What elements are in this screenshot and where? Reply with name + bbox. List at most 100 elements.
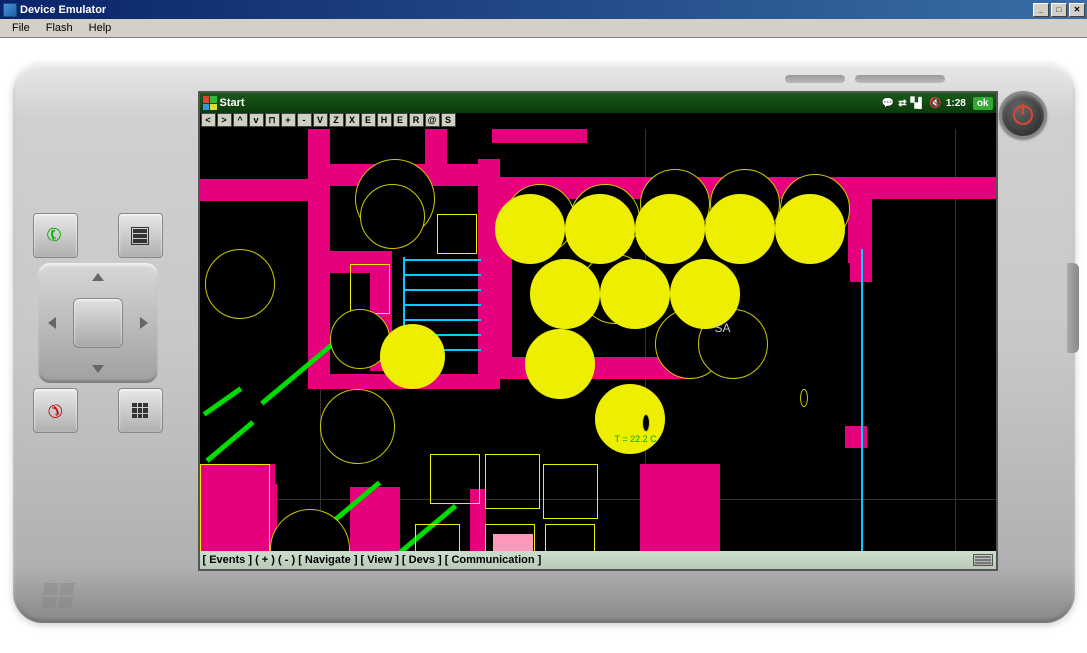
start-label[interactable]: Start [220, 97, 245, 109]
outline-rect [437, 214, 477, 254]
temperature-display: T = 22.2 C [615, 434, 657, 444]
tool-down[interactable]: v [249, 113, 264, 127]
menu-flash[interactable]: Flash [38, 20, 81, 36]
wall [845, 426, 867, 448]
tool-left[interactable]: < [201, 113, 216, 127]
plan-circle [320, 389, 395, 464]
dpad-right[interactable] [140, 317, 148, 329]
tool-r[interactable]: R [409, 113, 424, 127]
minimize-button[interactable]: _ [1033, 3, 1049, 17]
dpad-up[interactable] [92, 273, 104, 281]
outline-rect [430, 454, 480, 504]
plan-circle-lit [635, 194, 705, 264]
toolbar-strip: < > ^ v ⊓ + - V Z X E H E R @ S [200, 113, 996, 129]
app-icon [3, 3, 17, 17]
wall [640, 464, 720, 551]
plan-circle-lit [705, 194, 775, 264]
outline-rect [543, 464, 598, 519]
side-notch [1067, 263, 1079, 353]
menu-help[interactable]: Help [81, 20, 120, 36]
stair-line [405, 319, 481, 321]
cmd-events[interactable]: [ Events ] [203, 554, 253, 566]
window-titlebar: Device Emulator _ □ ✕ [0, 0, 1087, 19]
windows-logo-icon [41, 583, 75, 608]
chat-icon[interactable]: 💬 [882, 98, 894, 109]
tool-s[interactable]: S [441, 113, 456, 127]
tool-e2[interactable]: E [393, 113, 408, 127]
cmd-navigate[interactable]: [ Navigate ] [298, 554, 357, 566]
plan-circle-lit [530, 259, 600, 329]
device-screen: Start 💬 ⇄ ▚▌ 🔇 1:28 ok < > ^ v ⊓ + [198, 91, 998, 571]
wall [425, 129, 447, 174]
wall [848, 193, 870, 263]
menu-file[interactable]: File [4, 20, 38, 36]
keyboard-icon[interactable] [973, 554, 993, 566]
tool-z[interactable]: Z [329, 113, 344, 127]
tool-plus[interactable]: + [281, 113, 296, 127]
cmd-comm[interactable]: [ Communication ] [445, 554, 542, 566]
scan-button[interactable] [118, 213, 163, 258]
cmd-devs[interactable]: [ Devs ] [402, 554, 442, 566]
wall [492, 129, 587, 143]
cmd-plus[interactable]: ( + ) [255, 554, 275, 566]
hangup-button[interactable]: ✆ [33, 388, 78, 433]
stair-line [405, 304, 481, 306]
top-notch-1 [855, 75, 945, 83]
outline-rect [200, 464, 270, 551]
plan-circle [360, 184, 425, 249]
plan-circle-lit [600, 259, 670, 329]
cyan-line [861, 249, 863, 551]
plan-circle-lit [565, 194, 635, 264]
menu-bar: File Flash Help [0, 19, 1087, 38]
keypad-button[interactable] [118, 388, 163, 433]
floor-plan-canvas[interactable]: SA T = 22.2 C [200, 129, 996, 551]
keypad-icon [132, 403, 148, 419]
tool-at[interactable]: @ [425, 113, 440, 127]
plan-ellipse [642, 414, 650, 432]
plan-circle-lit [775, 194, 845, 264]
outline-rect [415, 524, 460, 551]
tool-v[interactable]: V [313, 113, 328, 127]
green-line [202, 387, 242, 417]
stair-line [405, 259, 481, 261]
cmd-minus[interactable]: ( - ) [278, 554, 295, 566]
tool-right[interactable]: > [217, 113, 232, 127]
dpad-down[interactable] [92, 365, 104, 373]
close-button[interactable]: ✕ [1069, 3, 1085, 17]
dpad[interactable] [38, 263, 158, 383]
dpad-left[interactable] [48, 317, 56, 329]
ok-button[interactable]: ok [973, 97, 993, 110]
status-icons: 💬 ⇄ ▚▌ 🔇 1:28 ok [882, 97, 993, 110]
wm-top-bar: Start 💬 ⇄ ▚▌ 🔇 1:28 ok [200, 93, 996, 113]
hardware-controls: ✆ ✆ [33, 213, 163, 473]
plan-ellipse [800, 389, 808, 407]
tool-h[interactable]: H [377, 113, 392, 127]
tool-e1[interactable]: E [361, 113, 376, 127]
tool-up[interactable]: ^ [233, 113, 248, 127]
outline-rect [485, 454, 540, 509]
sync-icon[interactable]: ⇄ [898, 98, 906, 109]
tool-minus[interactable]: - [297, 113, 312, 127]
dpad-center[interactable] [73, 298, 123, 348]
tool-box[interactable]: ⊓ [265, 113, 280, 127]
maximize-button[interactable]: □ [1051, 3, 1067, 17]
power-button[interactable] [999, 91, 1047, 139]
tool-x[interactable]: X [345, 113, 360, 127]
cmd-view[interactable]: [ View ] [361, 554, 399, 566]
plan-circle-lit [670, 259, 740, 329]
pink-block [493, 534, 533, 551]
green-line [205, 420, 254, 462]
wall [850, 177, 996, 199]
stair-line [405, 274, 481, 276]
power-icon [1013, 105, 1033, 125]
plan-circle-lit [380, 324, 445, 389]
wm-bottom-bar: [ Events ] ( + ) ( - ) [ Navigate ] [ Vi… [200, 551, 996, 569]
plan-circle [205, 249, 275, 319]
start-icon[interactable] [203, 96, 217, 110]
call-button[interactable]: ✆ [33, 213, 78, 258]
phone-green-icon: ✆ [43, 223, 67, 249]
signal-icon[interactable]: ▚▌ [911, 98, 926, 109]
clock-display[interactable]: 1:28 [946, 98, 966, 109]
phone-red-icon: ✆ [42, 398, 68, 423]
volume-icon[interactable]: 🔇 [929, 98, 941, 109]
